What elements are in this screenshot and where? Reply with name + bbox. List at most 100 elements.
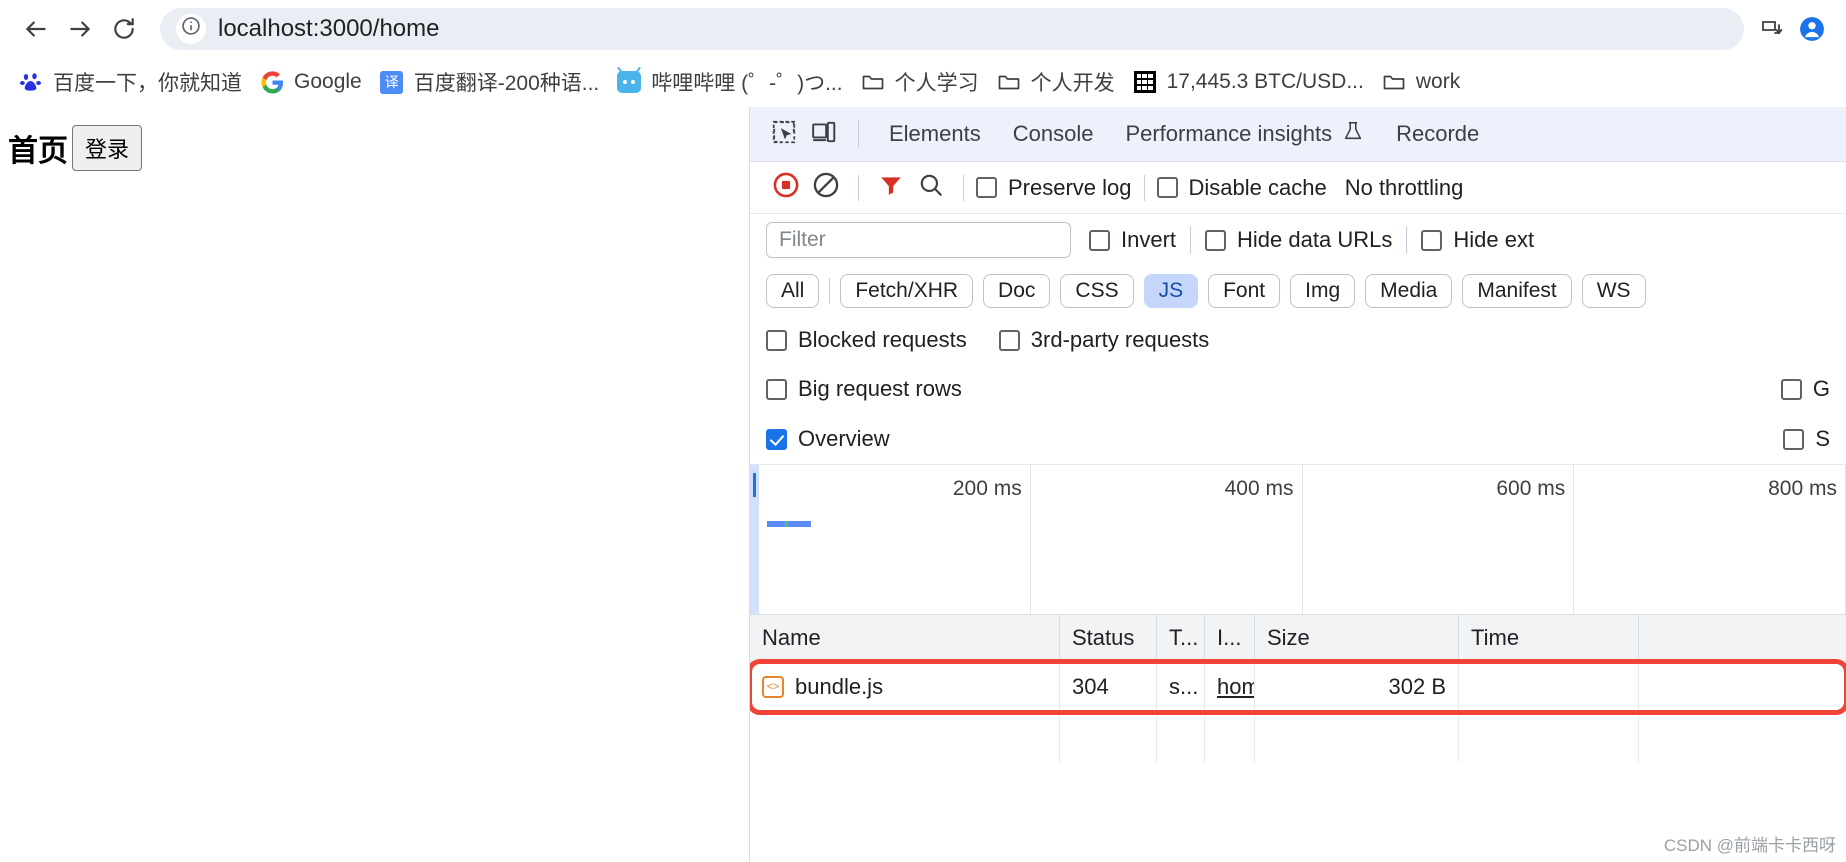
pill-all[interactable]: All bbox=[766, 274, 820, 308]
bookmark-bilibili[interactable]: 哔哩哔哩 (゜-゜)つ... bbox=[608, 63, 851, 101]
search-input[interactable] bbox=[766, 222, 1071, 258]
hide-extension-urls-checkbox[interactable]: Hide ext bbox=[1421, 227, 1534, 253]
pill-manifest[interactable]: Manifest bbox=[1462, 274, 1572, 308]
inspect-element-icon bbox=[771, 119, 797, 150]
record-button[interactable] bbox=[766, 168, 806, 208]
capture-screenshots-checkbox[interactable]: S bbox=[1783, 426, 1830, 452]
timeline-tick-label: 600 ms bbox=[1496, 477, 1566, 500]
cell-time bbox=[1459, 662, 1639, 712]
forward-button[interactable] bbox=[58, 7, 102, 51]
timeline-tick-label: 800 ms bbox=[1768, 477, 1837, 500]
hide-data-urls-checkbox[interactable]: Hide data URLs bbox=[1205, 227, 1392, 253]
resource-type-filters: All Fetch/XHR Doc CSS JS Font Img Media … bbox=[750, 266, 1846, 316]
devtools-tabbar: Elements Console Performance insights Re… bbox=[750, 107, 1846, 162]
third-party-requests-checkbox[interactable]: 3rd-party requests bbox=[998, 327, 1210, 353]
folder-icon bbox=[861, 70, 885, 94]
preserve-log-checkbox[interactable]: Preserve log bbox=[976, 175, 1132, 201]
pill-media[interactable]: Media bbox=[1365, 274, 1453, 308]
page-title: 首页 bbox=[8, 135, 68, 168]
tab-performance-insights[interactable]: Performance insights bbox=[1109, 120, 1380, 148]
column-header-time[interactable]: Time bbox=[1459, 615, 1639, 661]
checkbox-label: 3rd-party requests bbox=[1030, 327, 1210, 352]
network-overview-timeline[interactable]: 200 ms 400 ms 600 ms 800 ms bbox=[750, 464, 1846, 614]
bookmark-baidu-translate[interactable]: 译 百度翻译-200种语... bbox=[371, 63, 609, 101]
bookmark-btc[interactable]: 17,445.3 BTC/USD... bbox=[1124, 63, 1373, 101]
column-header-type[interactable]: T... bbox=[1157, 615, 1205, 661]
folder-icon bbox=[1382, 70, 1406, 94]
pill-img[interactable]: Img bbox=[1290, 274, 1356, 308]
bookmark-google[interactable]: Google bbox=[251, 63, 371, 101]
reload-button[interactable] bbox=[102, 7, 146, 51]
timeline-cell: 200 ms bbox=[759, 465, 1031, 614]
address-bar[interactable]: localhost:3000/home bbox=[160, 7, 1744, 50]
cell-empty bbox=[1255, 712, 1459, 762]
site-info-button[interactable] bbox=[176, 13, 206, 44]
checkbox-box bbox=[976, 177, 997, 198]
column-header-name[interactable]: Name bbox=[750, 615, 1060, 661]
overview-checkbox[interactable]: Overview bbox=[766, 426, 890, 452]
checkbox-label: Blocked requests bbox=[798, 327, 967, 352]
pill-doc[interactable]: Doc bbox=[983, 274, 1051, 308]
flask-icon bbox=[1342, 120, 1364, 148]
column-header-status[interactable]: Status bbox=[1060, 615, 1157, 661]
install-app-button[interactable] bbox=[1752, 9, 1792, 49]
table-row[interactable]: <> bundle.js 304 s... hom 302 B bbox=[750, 659, 1846, 715]
pill-css[interactable]: CSS bbox=[1060, 274, 1134, 308]
checkbox-label: G bbox=[1812, 376, 1830, 401]
qr-icon bbox=[1133, 70, 1157, 94]
filter-toggle-button[interactable] bbox=[871, 168, 911, 208]
profile-button[interactable] bbox=[1792, 9, 1832, 49]
bookmark-folder-personal-dev[interactable]: 个人开发 bbox=[988, 63, 1124, 101]
tab-label: Performance insights bbox=[1125, 121, 1333, 146]
bookmark-folder-personal-study[interactable]: 个人学习 bbox=[852, 63, 988, 101]
column-header-initiator[interactable]: I... bbox=[1205, 615, 1255, 661]
address-bar-url: localhost:3000/home bbox=[218, 14, 440, 42]
clear-button[interactable] bbox=[806, 168, 846, 208]
bookmark-folder-work[interactable]: work bbox=[1373, 63, 1469, 101]
big-request-rows-checkbox[interactable]: Big request rows bbox=[766, 376, 962, 402]
tab-elements[interactable]: Elements bbox=[873, 121, 997, 147]
cell-initiator: hom bbox=[1205, 662, 1255, 712]
baidu-icon bbox=[19, 70, 43, 94]
device-toolbar-button[interactable] bbox=[804, 114, 844, 154]
tab-recorder[interactable]: Recorde bbox=[1380, 121, 1495, 147]
browser-toolbar: localhost:3000/home bbox=[0, 0, 1846, 57]
blocked-requests-checkbox[interactable]: Blocked requests bbox=[766, 327, 967, 353]
pill-fetch-xhr[interactable]: Fetch/XHR bbox=[840, 274, 974, 308]
timeline-left-handle[interactable] bbox=[750, 465, 759, 614]
checkbox-box bbox=[766, 428, 787, 450]
bookmark-baidu[interactable]: 百度一下，你就知道 bbox=[10, 63, 251, 101]
cell-empty bbox=[1205, 712, 1255, 762]
forward-arrow-icon bbox=[67, 16, 93, 42]
divider bbox=[858, 174, 859, 201]
column-header-size[interactable]: Size bbox=[1255, 615, 1459, 661]
watermark: CSDN @前端卡卡西呀 bbox=[1663, 836, 1836, 855]
divider bbox=[1190, 226, 1192, 254]
baidu-translate-icon: 译 bbox=[380, 70, 404, 94]
checkbox-box bbox=[1089, 229, 1110, 251]
js-file-icon: <> bbox=[762, 676, 784, 698]
record-stop-icon bbox=[772, 171, 800, 204]
checkbox-box bbox=[766, 378, 787, 400]
timeline-cell: 800 ms bbox=[1574, 465, 1846, 614]
checkbox-label: Preserve log bbox=[1008, 174, 1132, 200]
search-icon bbox=[918, 172, 944, 203]
login-button[interactable]: 登录 bbox=[72, 125, 143, 171]
back-arrow-icon bbox=[23, 16, 49, 42]
pill-ws[interactable]: WS bbox=[1581, 274, 1646, 308]
inspect-element-button[interactable] bbox=[764, 114, 804, 154]
back-button[interactable] bbox=[14, 7, 58, 51]
disable-cache-checkbox[interactable]: Disable cache bbox=[1156, 175, 1327, 201]
clear-network-icon bbox=[812, 171, 840, 204]
network-filter-bar: Invert Hide data URLs Hide ext bbox=[750, 214, 1846, 266]
initiator-link[interactable]: hom bbox=[1217, 674, 1254, 700]
throttling-select[interactable]: No throttling bbox=[1345, 175, 1464, 201]
search-button[interactable] bbox=[911, 168, 951, 208]
pill-js[interactable]: JS bbox=[1143, 274, 1199, 308]
tab-label: Elements bbox=[889, 121, 981, 146]
pill-font[interactable]: Font bbox=[1208, 274, 1281, 308]
site-info-icon bbox=[181, 16, 201, 41]
tab-console[interactable]: Console bbox=[997, 121, 1110, 147]
invert-checkbox[interactable]: Invert bbox=[1089, 227, 1176, 253]
group-by-frame-checkbox[interactable]: G bbox=[1780, 376, 1830, 402]
